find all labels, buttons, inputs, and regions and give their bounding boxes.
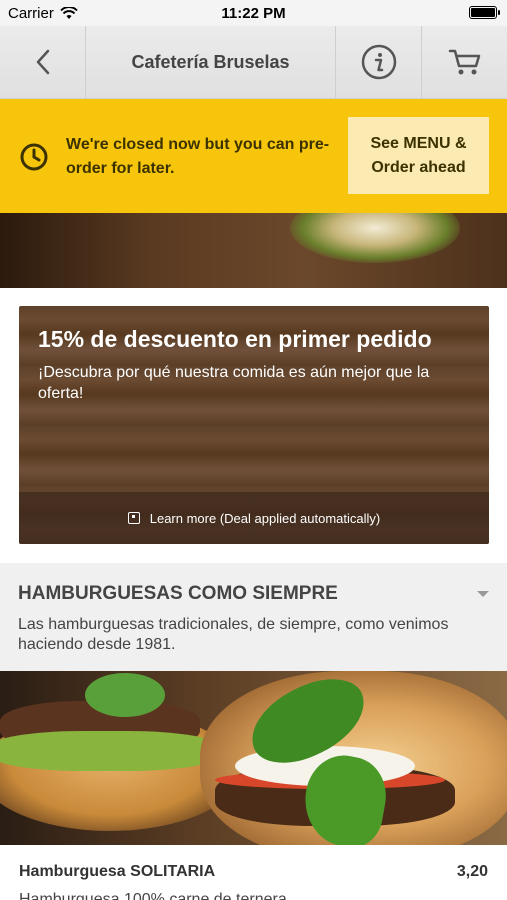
category-section[interactable]: HAMBURGUESAS COMO SIEMPRE Las hamburgues… <box>0 563 507 671</box>
status-time: 11:22 PM <box>221 5 286 22</box>
category-description: Las hamburguesas tradicionales, de siemp… <box>18 616 449 653</box>
chevron-left-icon <box>36 49 49 75</box>
closed-banner: We're closed now but you can pre-order f… <box>0 99 507 213</box>
item-price: 3,20 <box>456 863 488 880</box>
clock-icon <box>20 143 48 171</box>
item-name: Hamburguesa SOLITARIA <box>19 863 216 880</box>
item-description: Hamburguesa 100% carne de ternera <box>19 891 287 900</box>
info-button[interactable] <box>336 26 422 98</box>
navigation-bar: Cafetería Bruselas <box>0 26 507 99</box>
chevron-down-icon[interactable] <box>477 591 489 597</box>
hero-image <box>0 213 507 288</box>
battery-icon <box>469 6 500 19</box>
deal-learn-more-link[interactable]: Learn more (Deal applied automatically) <box>19 492 489 544</box>
info-icon <box>361 44 396 80</box>
see-menu-order-ahead-button[interactable]: See MENU & Order ahead <box>348 117 489 194</box>
deal-footer-label: Learn more (Deal applied automatically) <box>149 510 381 526</box>
deal-card[interactable]: 15% de descuento en primer pedido ¡Descu… <box>19 306 489 544</box>
deal-title: 15% de descuento en primer pedido <box>38 326 432 352</box>
category-title: HAMBURGUESAS COMO SIEMPRE <box>18 583 338 604</box>
cart-button[interactable] <box>422 26 507 98</box>
back-button[interactable] <box>0 26 86 98</box>
closed-message: We're closed now but you can pre-order f… <box>66 136 330 177</box>
cart-icon <box>448 49 480 75</box>
deal-subtitle: ¡Descubra por qué nuestra comida es aún … <box>38 364 430 402</box>
menu-item[interactable]: Hamburguesa SOLITARIA 3,20 Hamburguesa 1… <box>0 845 507 900</box>
status-bar: Carrier 11:22 PM <box>0 0 507 26</box>
info-square-icon <box>127 512 140 524</box>
food-plate-image <box>290 213 460 263</box>
page-title: Cafetería Bruselas <box>86 26 336 98</box>
burger-image <box>0 671 507 845</box>
